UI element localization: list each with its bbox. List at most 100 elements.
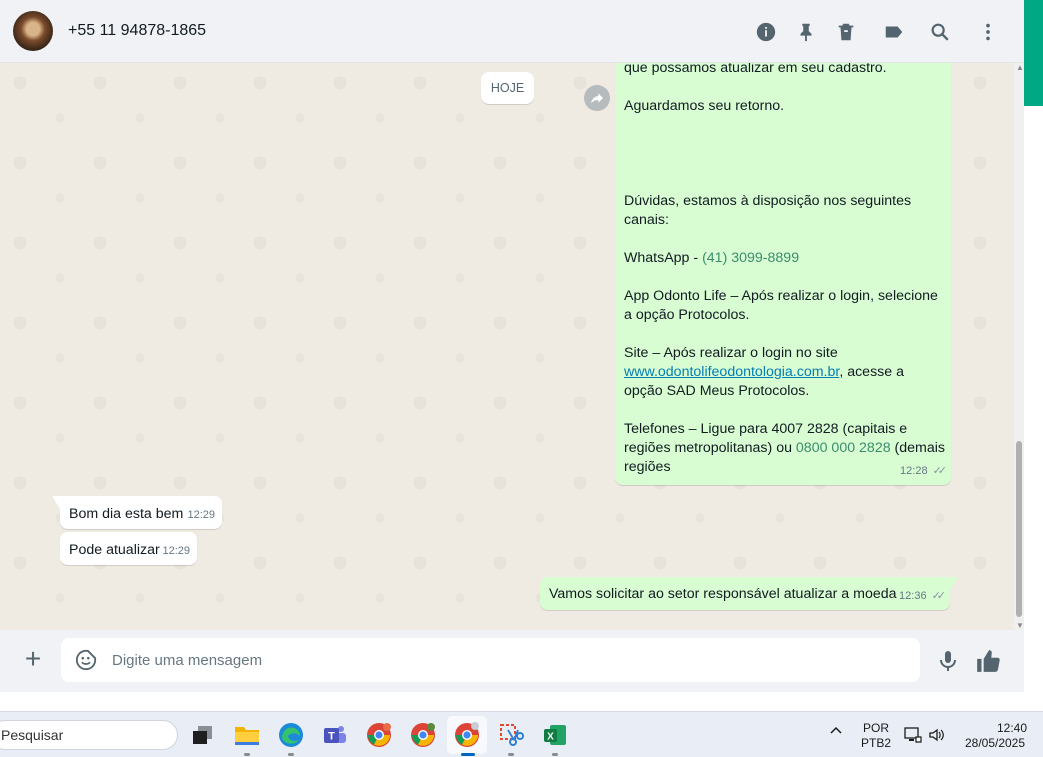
incoming-message[interactable]: Pode atualizar 12:29 <box>60 532 197 565</box>
thumbs-up-icon[interactable] <box>975 648 1001 674</box>
excel-icon[interactable]: X <box>541 721 569 749</box>
message-input[interactable] <box>112 638 902 682</box>
message-line: Telefones – Ligue para 4007 2828 (capita… <box>624 421 908 437</box>
running-indicator <box>508 753 514 756</box>
chrome-profile-1-icon[interactable] <box>365 721 393 749</box>
clock-date: 28/05/2025 <box>964 736 1026 750</box>
message-line <box>624 325 942 344</box>
chrome-active-icon[interactable] <box>453 721 481 749</box>
message-line: WhatsApp - (41) 3099-8899 <box>624 250 800 266</box>
message-line <box>624 173 942 192</box>
message-line: Dúvidas, estamos à disposição nos seguin… <box>624 193 912 209</box>
language-code: POR <box>862 721 889 735</box>
info-icon[interactable] <box>754 20 778 44</box>
message-text: Bom dia esta bem <box>69 506 184 522</box>
message-text: Vamos solicitar ao setor responsável atu… <box>549 586 897 602</box>
pin-icon[interactable] <box>794 20 818 44</box>
message-line: regiões <box>624 459 671 475</box>
window-edge <box>1024 106 1043 692</box>
network-icon[interactable] <box>904 726 922 748</box>
scroll-thumb[interactable] <box>1016 441 1022 617</box>
keyboard-layout: PTB2 <box>860 736 891 750</box>
message-text: Pode atualizar <box>69 542 160 558</box>
message-line: www.odontolifeodontologia.com.br, acesse… <box>624 364 904 380</box>
message-input-box[interactable] <box>61 638 920 682</box>
whatsapp-window: +55 11 94878-1865 HOJE que possamos atua… <box>0 0 1024 692</box>
attach-plus-icon[interactable]: + <box>20 645 46 673</box>
avatar[interactable] <box>13 11 53 51</box>
clock[interactable]: 12:40 28/05/2025 <box>960 721 1030 751</box>
read-ticks-icon: ✓✓ <box>931 590 947 602</box>
site-link[interactable]: www.odontolifeodontologia.com.br <box>624 364 839 380</box>
outgoing-message[interactable]: que possamos atualizar em seu cadastro. A… <box>615 63 951 485</box>
message-line: que possamos atualizar em seu cadastro. <box>624 63 887 76</box>
date-separator: HOJE <box>481 72 534 104</box>
header-actions <box>741 0 1024 63</box>
window-accent-strip <box>1024 0 1043 106</box>
running-indicator <box>461 753 475 756</box>
volume-icon[interactable] <box>928 726 946 748</box>
bubble-tail <box>950 577 958 590</box>
outgoing-message[interactable]: Vamos solicitar ao setor responsável atu… <box>540 577 958 610</box>
message-list[interactable]: HOJE que possamos atualizar em seu cadas… <box>0 63 1014 630</box>
message-line <box>624 135 942 154</box>
contact-name[interactable]: +55 11 94878-1865 <box>68 22 206 40</box>
input-language[interactable]: POR PTB2 <box>860 721 892 751</box>
message-time: 12:29 <box>187 509 215 521</box>
message-line: App Odonto Life – Após realizar o login,… <box>624 288 938 304</box>
message-time: 12:28 <box>900 465 928 477</box>
edge-browser-icon[interactable] <box>277 721 305 749</box>
phone-link[interactable]: 0800 000 2828 <box>796 440 891 456</box>
show-hidden-icons[interactable] <box>829 723 843 740</box>
teams-icon[interactable]: T <box>321 721 349 749</box>
phone-link[interactable]: (41) 3099-8899 <box>702 250 799 266</box>
read-ticks-icon: ✓✓ <box>932 465 948 477</box>
scroll-up-icon[interactable]: ▲ <box>1016 63 1024 72</box>
message-line <box>624 78 942 97</box>
bubble-tail <box>52 496 60 509</box>
message-meta: 12:29 <box>187 506 215 525</box>
task-view-icon[interactable] <box>189 721 217 749</box>
sticker-icon[interactable] <box>75 649 97 671</box>
message-time: 12:29 <box>162 545 190 557</box>
file-explorer-icon[interactable] <box>233 721 261 749</box>
svg-text:T: T <box>328 731 335 743</box>
trash-icon[interactable] <box>834 20 858 44</box>
message-meta: 12:29 <box>162 542 190 561</box>
message-line <box>624 230 942 249</box>
clock-time: 12:40 <box>996 721 1027 735</box>
message-line <box>624 154 942 173</box>
incoming-message[interactable]: Bom dia esta bem 12:29 <box>52 496 222 529</box>
message-line <box>624 116 942 135</box>
message-line: canais: <box>624 212 669 228</box>
chrome-profile-2-icon[interactable] <box>409 721 437 749</box>
svg-text:X: X <box>547 732 554 743</box>
forward-icon[interactable] <box>584 85 610 111</box>
scroll-down-icon[interactable]: ▼ <box>1016 621 1024 630</box>
message-line: Site – Após realizar o login no site <box>624 345 838 361</box>
message-meta: 12:28 ✓✓ <box>900 462 948 481</box>
running-indicator <box>288 753 294 756</box>
message-line <box>624 268 942 287</box>
microphone-icon[interactable] <box>936 648 960 674</box>
desktop-gap <box>0 692 1043 711</box>
message-time: 12:36 <box>899 590 927 602</box>
menu-icon[interactable] <box>976 20 1000 44</box>
running-indicator <box>552 753 558 756</box>
label-icon[interactable] <box>882 20 906 44</box>
message-meta: 12:36 ✓✓ <box>899 587 947 606</box>
taskbar-search[interactable]: Pesquisar <box>0 720 178 750</box>
chat-scrollbar[interactable]: ▲ ▼ <box>1014 63 1024 630</box>
search-icon[interactable] <box>928 20 952 44</box>
message-line: Aguardamos seu retorno. <box>624 98 785 114</box>
windows-taskbar: Pesquisar T X POR PTB2 12:40 28/05/2025 <box>0 711 1043 757</box>
message-line <box>624 401 942 420</box>
chat-header: +55 11 94878-1865 <box>0 0 1024 63</box>
composer: + <box>0 630 1024 692</box>
message-text: que possamos atualizar em seu cadastro. A… <box>624 63 946 477</box>
message-line: regiões metropolitanas) ou 0800 000 2828… <box>624 440 946 456</box>
snipping-tool-icon[interactable] <box>497 721 525 749</box>
running-indicator <box>244 753 250 756</box>
message-line: opção SAD Meus Protocolos. <box>624 383 810 399</box>
message-line: a opção Protocolos. <box>624 307 750 323</box>
